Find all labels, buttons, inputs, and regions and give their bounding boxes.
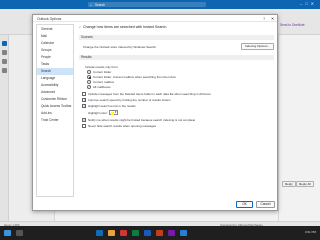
cancel-button[interactable]: Cancel bbox=[256, 201, 275, 208]
onenote-taskbar-icon[interactable] bbox=[168, 230, 175, 236]
nav-item-groups[interactable]: Groups bbox=[37, 47, 73, 54]
sources-section-header: Sources bbox=[79, 35, 274, 40]
radio-all-mailboxes-label: All mailboxes bbox=[93, 85, 111, 89]
highlight-terms-label: Highlight search terms in the results bbox=[88, 104, 136, 108]
taskbar-clock: 3:01 PM bbox=[304, 230, 316, 234]
checkbox-highlight-terms[interactable] bbox=[82, 104, 86, 108]
radio-current-mailbox[interactable] bbox=[87, 80, 91, 84]
excel-taskbar-icon[interactable] bbox=[132, 230, 139, 236]
indexing-options-button[interactable]: Indexing Options... bbox=[241, 43, 275, 50]
outlook-taskbar-icon[interactable] bbox=[96, 230, 103, 236]
search-options-pane: ⌕ Change how items are searched with Inst… bbox=[77, 24, 276, 197]
close-icon[interactable]: ✕ bbox=[271, 16, 274, 21]
taskbar-search-icon[interactable] bbox=[16, 230, 23, 236]
checkbox-improve-speed[interactable] bbox=[82, 98, 86, 102]
include-results-label: Include results only from: bbox=[85, 65, 119, 69]
results-section-header: Results bbox=[79, 55, 274, 60]
options-nav: General Mail Calendar Groups People Task… bbox=[36, 24, 74, 197]
outlook-options-dialog: Outlook Options ? ✕ General Mail Calenda… bbox=[32, 14, 278, 211]
nav-item-customize-ribbon[interactable]: Customize Ribbon bbox=[37, 96, 73, 103]
nav-item-mail[interactable]: Mail bbox=[37, 33, 73, 40]
start-icon[interactable] bbox=[4, 230, 11, 236]
nav-item-general[interactable]: General bbox=[37, 26, 73, 33]
help-icon[interactable]: ? bbox=[263, 17, 265, 21]
radio-current-folder-label: Current folder bbox=[93, 70, 112, 74]
improve-speed-label: Improve search speed by limiting the num… bbox=[88, 98, 171, 102]
explorer-taskbar-icon[interactable] bbox=[108, 230, 115, 236]
radio-all-mailboxes[interactable] bbox=[87, 85, 91, 89]
word-taskbar-icon[interactable] bbox=[144, 230, 151, 236]
include-deleted-label: Include messages from the Deleted Items … bbox=[88, 92, 211, 96]
checkbox-include-deleted[interactable] bbox=[82, 92, 86, 96]
nav-item-language[interactable]: Language bbox=[37, 75, 73, 82]
nav-item-tasks[interactable]: Tasks bbox=[37, 61, 73, 68]
nav-item-calendar[interactable]: Calendar bbox=[37, 40, 73, 47]
radio-current-folder[interactable] bbox=[87, 70, 91, 74]
radio-current-mailbox-label: Current mailbox bbox=[93, 80, 115, 84]
never-hide-label: Never hide search results when opening m… bbox=[88, 124, 157, 128]
checkbox-never-hide[interactable] bbox=[82, 124, 86, 128]
notify-limited-label: Notify me when results might be limited … bbox=[88, 118, 196, 122]
nav-item-search[interactable]: Search bbox=[37, 68, 73, 75]
powerpoint-taskbar-icon[interactable] bbox=[156, 230, 163, 236]
nav-item-quick-access-toolbar[interactable]: Quick Access Toolbar bbox=[37, 103, 73, 110]
dialog-title-bar: Outlook Options ? ✕ bbox=[33, 15, 277, 22]
heading-text: Change how items are searched with Insta… bbox=[83, 25, 168, 29]
taskbar: 3:01 PM bbox=[0, 226, 320, 240]
edge-taskbar-icon[interactable] bbox=[180, 230, 187, 236]
magnifier-icon: ⌕ bbox=[79, 25, 82, 29]
highlight-color-label: Highlight color: bbox=[88, 111, 108, 115]
search-heading: ⌕ Change how items are searched with Inst… bbox=[79, 25, 167, 29]
app-taskbar-icon[interactable] bbox=[120, 230, 127, 236]
radio-current-folder-inbox-label: Current folder. Current mailbox when sea… bbox=[93, 75, 176, 79]
radio-current-folder-inbox[interactable] bbox=[87, 75, 91, 79]
ok-button[interactable]: OK bbox=[236, 201, 253, 208]
highlight-color-picker[interactable]: ▾ bbox=[109, 110, 118, 115]
checkbox-notify-limited[interactable] bbox=[82, 118, 86, 122]
nav-item-trust-center[interactable]: Trust Center bbox=[37, 117, 73, 124]
chevron-down-icon: ▾ bbox=[114, 110, 117, 115]
nav-item-people[interactable]: People bbox=[37, 54, 73, 61]
nav-item-accessibility[interactable]: Accessibility bbox=[37, 82, 73, 89]
color-swatch bbox=[111, 112, 114, 115]
nav-item-add-ins[interactable]: Add-ins bbox=[37, 110, 73, 117]
nav-item-advanced[interactable]: Advanced bbox=[37, 89, 73, 96]
dialog-title: Outlook Options bbox=[37, 16, 62, 21]
sources-description: Change the Outlook store indexed by Wind… bbox=[83, 45, 156, 49]
